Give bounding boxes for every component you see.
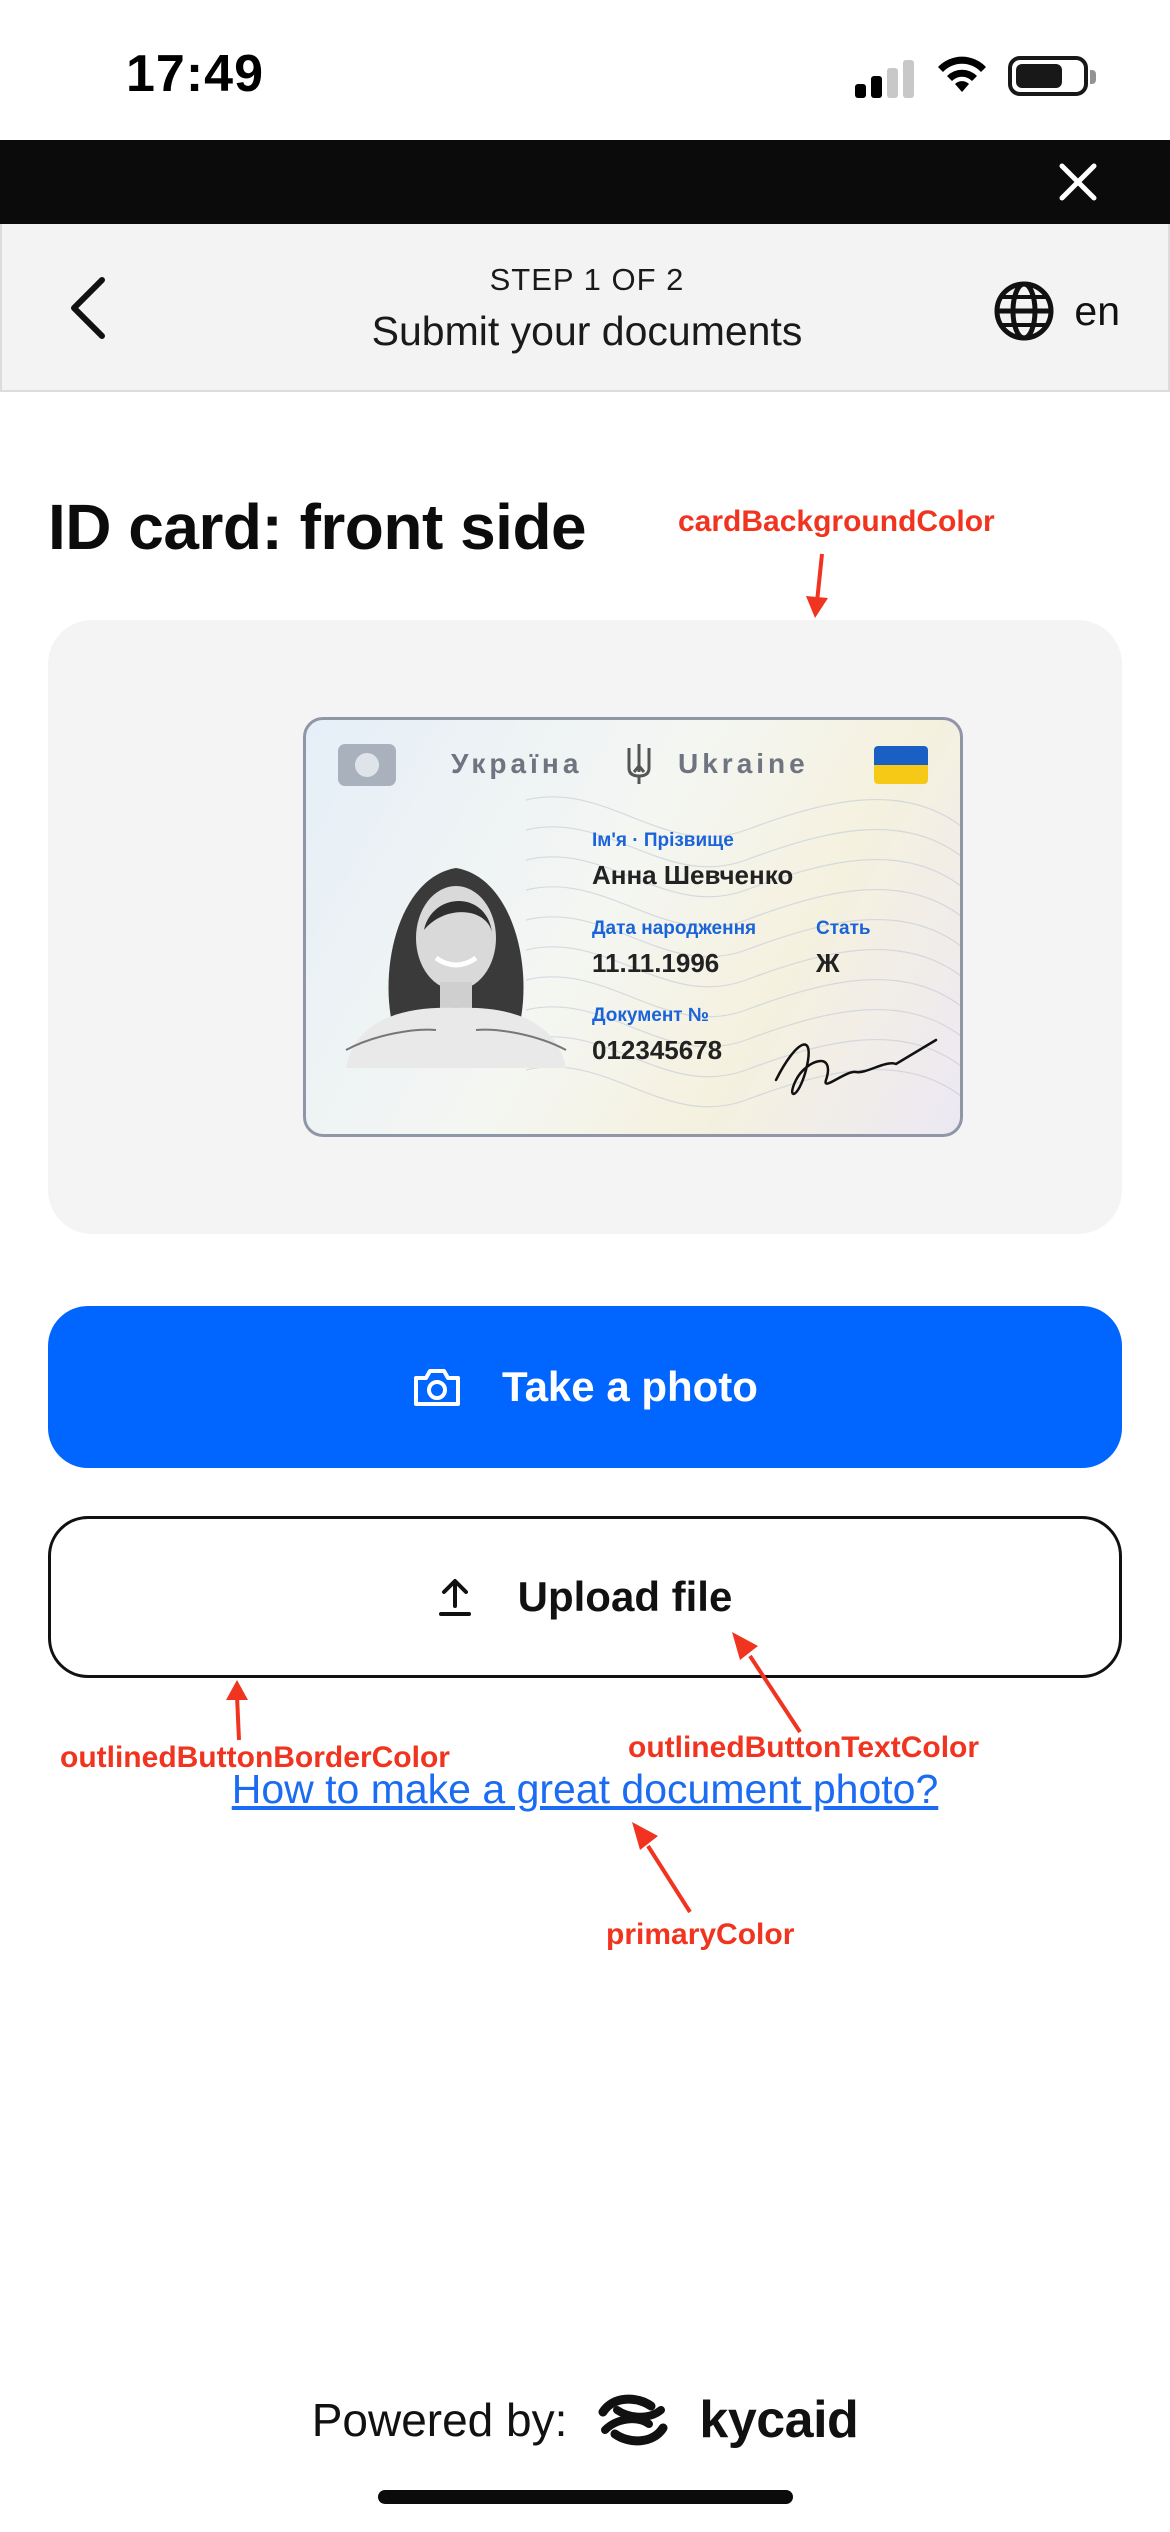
kycaid-logo-icon	[598, 2394, 668, 2446]
sex-value: Ж	[816, 948, 840, 978]
language-code: en	[1074, 287, 1120, 334]
globe-icon	[994, 281, 1054, 341]
name-value: Анна Шевченко	[592, 860, 794, 890]
step-header: STEP 1 OF 2 Submit your documents en	[0, 224, 1170, 392]
portrait-photo	[345, 868, 567, 1068]
top-strip	[0, 140, 1170, 224]
take-photo-button[interactable]: Take a photo	[48, 1306, 1122, 1468]
id-card-illustration: Україна Ukraine Ім'я · Прізвище Анна Шев…	[303, 717, 963, 1137]
annotation-arrow-icon	[806, 553, 828, 618]
annotation-arrow-icon	[732, 1632, 802, 1734]
dob-label: Дата народження	[592, 918, 757, 939]
upload-file-label: Upload file	[517, 1573, 733, 1620]
ukraine-flag-icon	[874, 746, 928, 784]
close-icon[interactable]	[1056, 160, 1100, 204]
dob-value: 11.11.1996	[592, 948, 720, 978]
upload-file-button[interactable]: Upload file	[48, 1516, 1122, 1678]
powered-by-footer: Powered by: kycaid	[0, 2380, 1170, 2460]
status-time: 17:49	[126, 45, 264, 103]
annotation-arrow-icon	[632, 1822, 692, 1914]
annotation-card-background: cardBackgroundColor	[678, 505, 995, 538]
take-photo-label: Take a photo	[502, 1363, 758, 1410]
battery-icon	[1008, 56, 1096, 96]
camera-icon	[414, 1369, 461, 1406]
card-country-english: Ukraine	[678, 748, 809, 779]
chip-icon	[338, 744, 396, 786]
name-label: Ім'я · Прізвище	[592, 830, 734, 851]
sex-label: Стать	[816, 918, 871, 939]
wifi-icon	[938, 56, 986, 92]
upload-icon	[438, 1579, 471, 1616]
powered-by-label: Powered by:	[311, 2394, 568, 2446]
photo-tips-link[interactable]: How to make a great document photo?	[0, 1766, 1170, 1813]
brand-name: kycaid	[699, 2391, 859, 2449]
status-bar: 17:49	[0, 0, 1170, 140]
home-indicator	[378, 2490, 793, 2504]
annotation-arrow-icon	[226, 1680, 248, 1741]
trident-icon	[627, 744, 651, 784]
page-title: ID card: front side	[48, 491, 587, 563]
document-preview-card: Україна Ukraine Ім'я · Прізвище Анна Шев…	[48, 620, 1122, 1234]
doc-number-label: Документ №	[592, 1005, 710, 1026]
doc-number-value: 012345678	[592, 1035, 723, 1065]
card-country-native: Україна	[451, 748, 583, 779]
annotation-outlined-text: outlinedButtonTextColor	[628, 1731, 980, 1764]
language-selector[interactable]: en	[992, 279, 1120, 343]
annotation-primary: primaryColor	[606, 1918, 795, 1951]
signal-icon	[855, 58, 915, 98]
signature-icon	[774, 1038, 938, 1096]
